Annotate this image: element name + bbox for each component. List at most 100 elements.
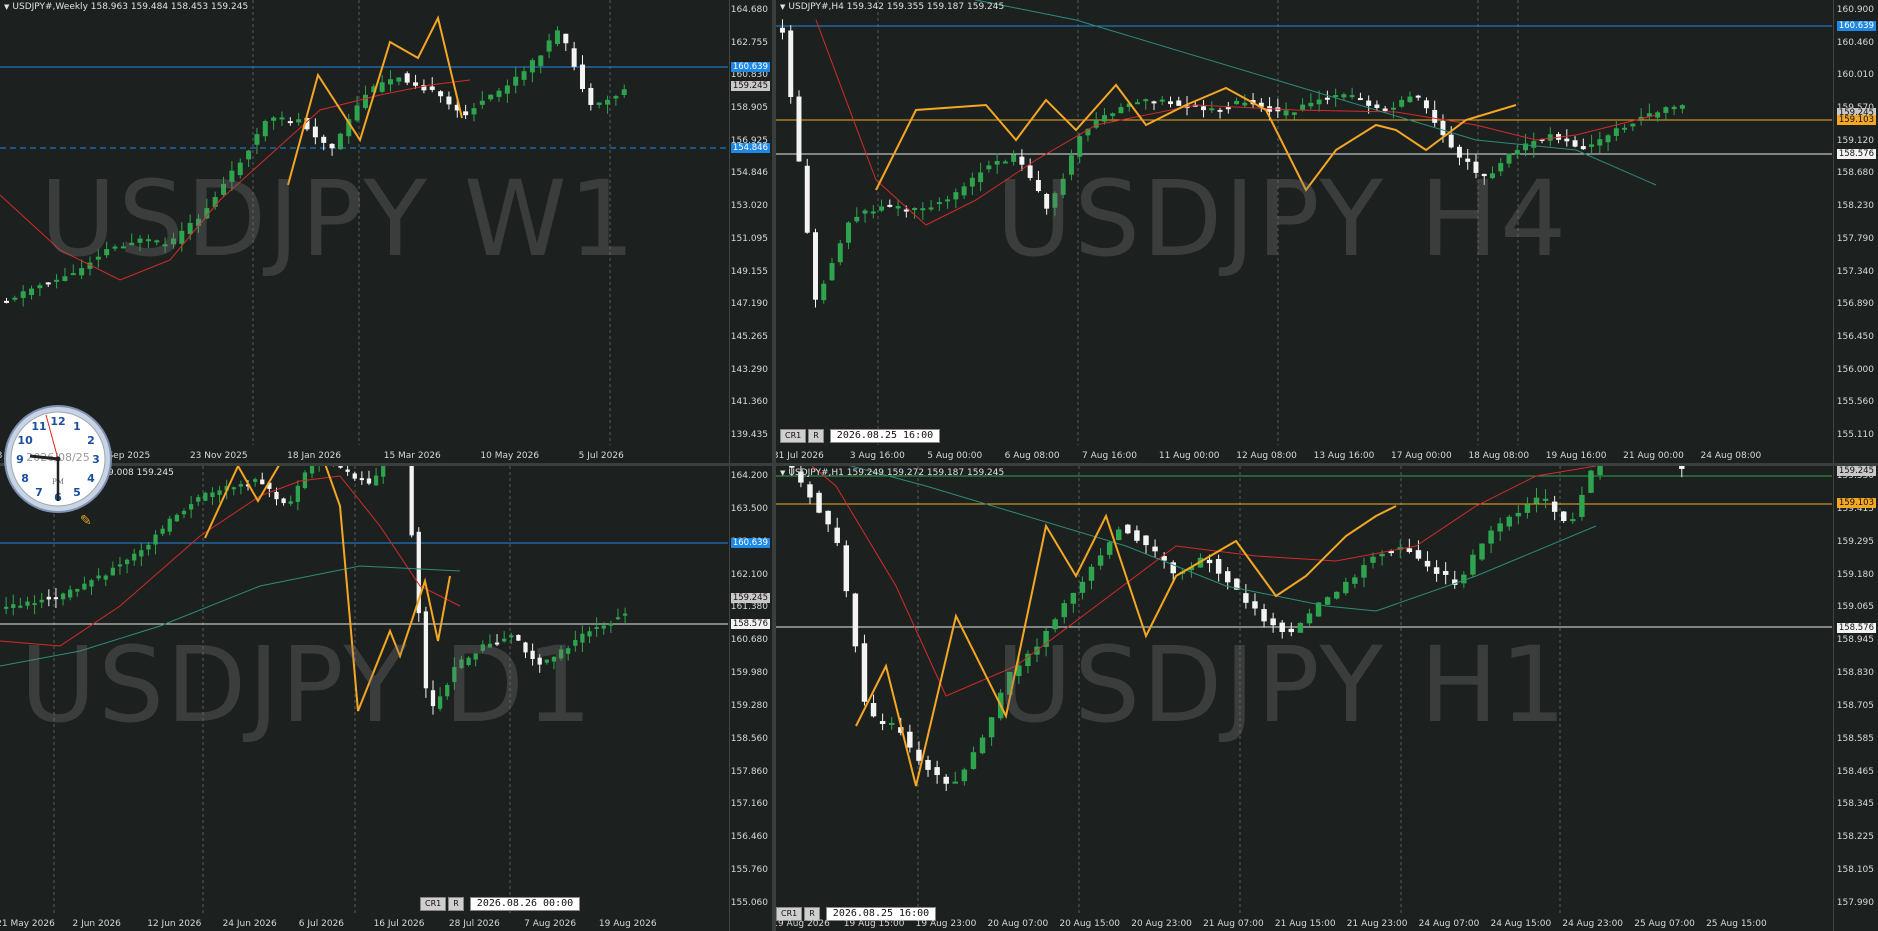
candle-body [253,479,258,482]
candle-body [1361,565,1367,578]
candle-body [1415,95,1421,98]
r-button[interactable]: R [448,897,464,911]
candle-body [1044,194,1050,209]
candle-body [1561,511,1567,522]
candle-body [231,487,236,490]
price-tick-label: 158.105 [1836,865,1874,876]
candle-body [1514,149,1520,155]
candle-body [887,204,893,207]
cr1-button[interactable]: CR1 [420,897,447,911]
dropdown-triangle-icon[interactable]: ▼ [780,3,785,11]
dropdown-triangle-icon[interactable]: ▼ [4,3,9,11]
chart-header: ▼ USDJPY#,H4 159.342 159.355 159.187 159.… [780,2,1005,12]
price-tick-label: 154.846 [730,168,768,179]
candle-body [587,631,592,637]
pane-splitter-vertical[interactable] [772,0,776,931]
price-tag: 159.245 [1836,466,1876,476]
candle-body [1579,494,1585,517]
candle-body [952,781,958,784]
price-tick-label: 155.760 [730,865,768,876]
time-tick-label: 7 Aug 16:00 [1082,451,1138,461]
time-tick-label: 21 Aug 23:00 [1346,919,1408,929]
date-field[interactable]: 2026.08.25 16:00 [829,429,941,443]
candle-body [943,776,949,784]
candle-body [96,575,101,579]
candle-body [816,492,822,513]
chart-pane-daily[interactable]: USDJPY D1 9.008 159.245 CR1 R 2026.08.26… [0,466,772,931]
time-tick-label: 5 Jul 2026 [578,451,624,461]
price-tick-label: 156.000 [1836,364,1874,375]
candle-body [523,642,528,653]
time-tick-label: 5 Aug 00:00 [927,451,983,461]
candle-body [970,752,977,769]
candle-body [1597,139,1603,146]
cr1-button[interactable]: CR1 [780,429,807,443]
date-field[interactable]: 2026.08.26 00:00 [469,897,581,911]
chart-pane-h4[interactable]: USDJPY H4 ▼ USDJPY#,H4 159.342 159.355 15… [776,0,1878,463]
candle-body [79,268,85,276]
candle-body [1433,567,1440,574]
h4-chart-canvas[interactable] [776,0,1878,463]
candle-body [11,604,16,608]
candle-body [1300,104,1306,111]
candle-body [54,279,60,282]
daily-chart-canvas[interactable] [0,466,772,931]
price-tag: 160.639 [730,62,770,72]
candle-body [1306,613,1313,624]
pane-splitter-horizontal[interactable] [0,463,1878,466]
candle-body [1524,504,1531,513]
candle-body [203,492,208,501]
chart-pane-h1[interactable]: USDJPY H1 ▼ USDJPY#,H1 159.249 159.272 15… [776,466,1878,931]
candle-body [807,484,813,498]
candle-body [825,510,831,525]
candle-body [558,649,564,659]
candle-body [978,172,984,183]
candle-body [608,623,614,626]
candle-body [25,601,30,606]
drag-handle-icon[interactable]: ✎ [80,513,92,529]
candle-body [60,593,66,600]
candle-body [39,599,44,603]
dropdown-triangle-icon[interactable]: ▼ [780,469,785,477]
r-button[interactable]: R [808,429,824,443]
candle-body [1663,107,1669,113]
price-tick-label: 159.180 [1836,569,1874,580]
candle-body [1390,107,1396,110]
candle-body [488,94,494,100]
candle-body [1448,134,1454,148]
time-tick-label: 15 Mar 2026 [383,451,441,461]
weekly-chart-canvas[interactable] [0,0,772,463]
candle-body [843,545,850,592]
candle-body [601,625,606,629]
price-tick-label: 158.560 [730,733,768,744]
candle-body [1488,530,1494,544]
candle-body [538,55,544,66]
candle-body [879,721,886,724]
clock-widget[interactable]: 121234567891011 2026/08/25 PM [2,403,114,515]
h1-chart-canvas[interactable] [776,466,1878,931]
price-tick-label: 139.435 [730,430,768,440]
candle-body [920,208,926,211]
price-tick-label: 162.100 [730,569,768,580]
chart-pane-weekly[interactable]: USDJPY W1 ▼ USDJPY#,Weekly 158.963 159.48… [0,0,772,463]
time-tick-label: 21 May 2026 [0,919,55,929]
candle-body [1630,123,1636,127]
candle-body [296,119,302,123]
candle-body [262,121,268,137]
candle-body [1671,106,1677,110]
price-tick-label: 161.380 [730,602,768,613]
time-tick-label: 18 Jan 2026 [287,451,342,461]
candle-body [895,206,901,209]
candle-body [1106,542,1113,555]
candle-body [137,238,143,243]
candle-body [1316,99,1322,105]
price-tick-label: 158.945 [1836,635,1874,646]
moving-average-red [811,466,1597,697]
candle-body [1440,120,1446,136]
candle-body [1564,138,1570,142]
candle-body [566,648,571,654]
candle-body [1349,95,1355,98]
candle-body [1252,601,1258,609]
candle-body [837,243,843,263]
candle-body [312,126,318,138]
